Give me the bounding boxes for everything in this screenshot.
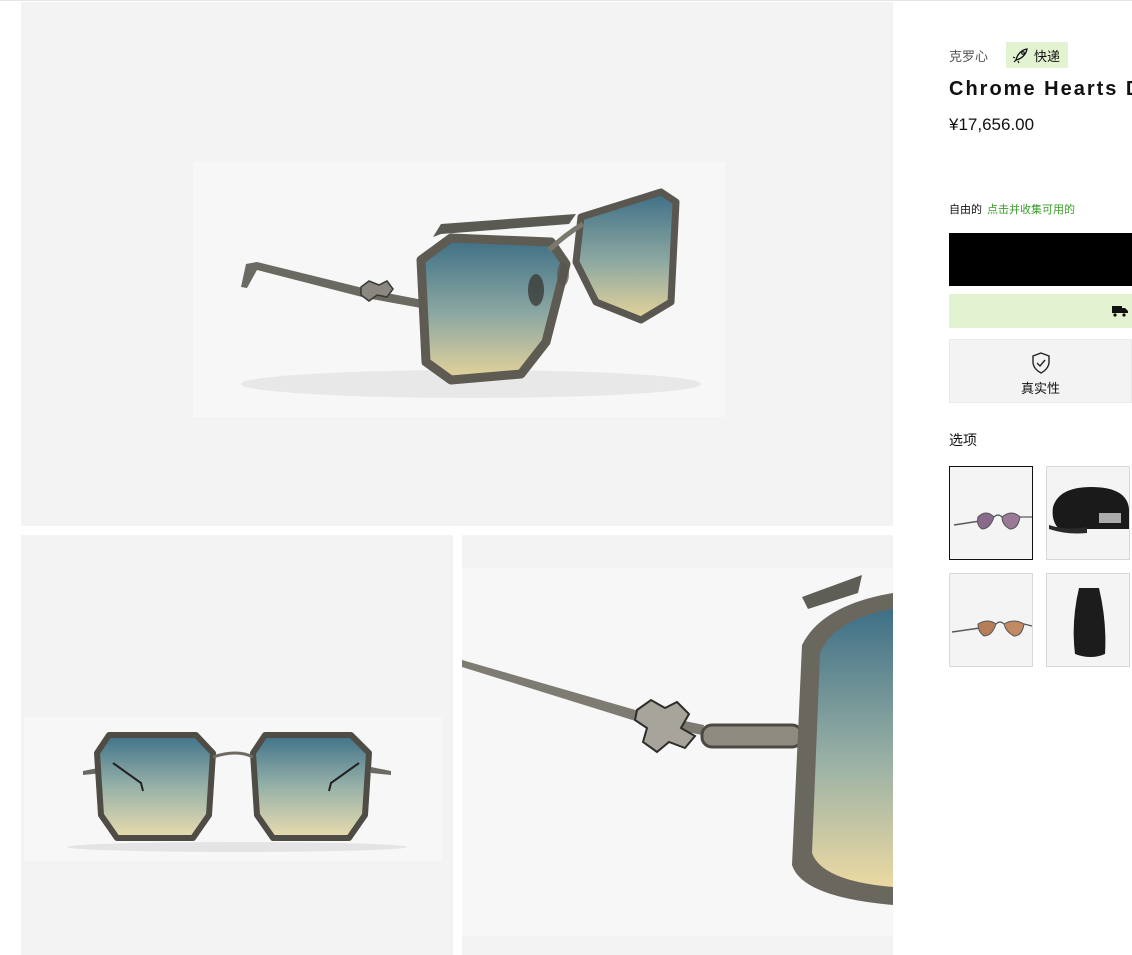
- option-image: [1049, 487, 1129, 534]
- express-label: 快递: [1034, 48, 1061, 64]
- product-title: Chrome Hearts D: [949, 78, 1132, 100]
- option-image: [1073, 588, 1106, 657]
- sunglasses-front-view: [67, 732, 407, 852]
- option-image: [951, 620, 1032, 637]
- brand-link[interactable]: 克罗心: [949, 46, 988, 65]
- promo-link[interactable]: 点击并收集可用的: [987, 204, 1075, 216]
- sunglasses-hinge-closeup: [462, 575, 893, 905]
- option-image: [953, 512, 1032, 530]
- brand-row: 克罗心 快递: [949, 42, 1069, 68]
- express-badge: 快递: [1006, 42, 1069, 68]
- options-heading: 选项: [949, 432, 977, 448]
- sunglasses-angle-view: [241, 188, 701, 398]
- option-thumbnail[interactable]: [1046, 466, 1130, 560]
- authenticity-box[interactable]: 真实性: [949, 339, 1132, 403]
- authenticity-label: 真实性: [1020, 381, 1060, 396]
- product-price: ¥17,656.00: [949, 115, 1035, 134]
- product-info-panel: 克罗心 快递 Chrome Hearts D ¥17,656.00 自由的 点击并…: [949, 0, 1132, 955]
- product-image-front[interactable]: [21, 535, 453, 955]
- option-thumbnail[interactable]: [1046, 573, 1130, 667]
- option-thumbnail[interactable]: [949, 466, 1033, 560]
- promo-text: 自由的: [949, 204, 982, 216]
- shield-check-icon: [1032, 352, 1050, 374]
- option-thumbnail[interactable]: [949, 573, 1033, 667]
- rocket-icon: [1012, 48, 1028, 64]
- product-image-detail[interactable]: [462, 535, 893, 955]
- product-image-main[interactable]: [21, 2, 893, 526]
- promo-row: 自由的 点击并收集可用的: [949, 201, 1075, 217]
- delivery-truck-icon: [1112, 306, 1128, 317]
- buy-button[interactable]: [949, 233, 1132, 286]
- shipping-bar[interactable]: [949, 294, 1132, 328]
